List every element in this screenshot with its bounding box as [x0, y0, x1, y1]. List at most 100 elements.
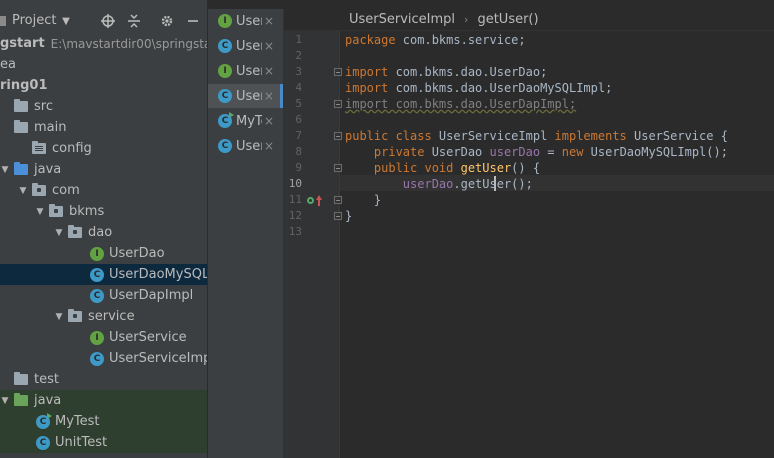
- test-folder-icon: [14, 393, 28, 406]
- expand-arrow-icon[interactable]: ▼: [35, 201, 45, 222]
- expand-arrow-icon[interactable]: ▼: [54, 222, 64, 243]
- tree-item-label: UserDao: [109, 246, 165, 261]
- interface-icon: I: [218, 64, 232, 78]
- code-token: userDao: [489, 145, 541, 159]
- implements-method-icon[interactable]: [307, 195, 323, 207]
- tree-item[interactable]: ▼ service: [0, 306, 207, 327]
- code-token: private: [345, 145, 432, 159]
- editor-tab[interactable]: C User×: [208, 134, 283, 158]
- tree-item[interactable]: ▼ dao: [0, 222, 207, 243]
- runnable-class-icon: C: [36, 412, 52, 429]
- package-icon: [32, 183, 46, 196]
- class-icon: C: [218, 89, 232, 103]
- folder-icon: [14, 372, 28, 385]
- line-number: 4: [295, 81, 302, 94]
- interface-icon: I: [218, 14, 232, 28]
- tree-item[interactable]: gstart E:\mavstartdir00\springstart: [0, 33, 207, 54]
- interface-icon: I: [90, 330, 104, 345]
- line-number: 8: [295, 145, 302, 158]
- close-icon[interactable]: ×: [264, 139, 274, 153]
- code-line: userDao.getUser();: [345, 176, 533, 192]
- line-number: 9: [295, 161, 302, 174]
- close-icon[interactable]: ×: [264, 114, 274, 128]
- expand-arrow-icon[interactable]: [0, 369, 10, 390]
- tree-item[interactable]: test: [0, 369, 207, 390]
- expand-arrow-icon[interactable]: [18, 138, 28, 159]
- target-icon[interactable]: [98, 9, 118, 33]
- class-icon: C: [218, 139, 232, 153]
- project-icon: [0, 16, 6, 26]
- class-icon: C: [90, 351, 104, 366]
- editor-gutter[interactable]: 1 2 3 4 5 6 7 8 9 10 11 12 13: [284, 31, 342, 458]
- close-icon[interactable]: ×: [264, 39, 274, 53]
- folder-icon: [14, 99, 28, 112]
- expand-arrow-icon[interactable]: ▼: [0, 159, 10, 180]
- tree-item-label: MyTest: [55, 414, 100, 429]
- breadcrumb-class[interactable]: UserServiceImpl: [349, 12, 455, 27]
- tree-item[interactable]: ea: [0, 54, 207, 75]
- expand-arrow-icon[interactable]: ▼: [54, 306, 64, 327]
- code-token: implements: [554, 129, 634, 143]
- tree-item[interactable]: config: [0, 138, 207, 159]
- expand-arrow-icon[interactable]: [0, 117, 10, 138]
- dropdown-arrow-icon[interactable]: ▼: [60, 9, 72, 33]
- code-token: import com.bkms.dao.UserDapImpl;: [345, 97, 577, 111]
- editor-tab[interactable]: CMyTe×: [208, 109, 283, 133]
- class-icon: C: [90, 267, 104, 282]
- tree-item-label: UserDapImpl: [109, 288, 194, 303]
- code-token: public class: [345, 129, 439, 143]
- minimize-icon[interactable]: [184, 9, 202, 33]
- tree-item[interactable]: ▼ com: [0, 180, 207, 201]
- code-line: import com.bkms.dao.UserDapImpl;: [345, 96, 576, 112]
- code-token: package: [345, 33, 403, 47]
- package-icon: [68, 225, 82, 238]
- breadcrumb-method[interactable]: getUser(): [477, 12, 538, 27]
- gear-icon[interactable]: [157, 9, 177, 33]
- tree-item[interactable]: src: [0, 96, 207, 117]
- code-token: UserDaoMySQLImpl();: [590, 145, 728, 159]
- code-line: public void getUser() {: [345, 160, 540, 176]
- tree-item[interactable]: ▼ java: [0, 159, 207, 180]
- tree-item[interactable]: ring01: [0, 75, 207, 96]
- tree-item[interactable]: C UserServiceImpl: [0, 348, 207, 369]
- tree-item[interactable]: ▼ java: [0, 390, 207, 411]
- code-line: package com.bkms.service;: [345, 32, 526, 48]
- tree-item[interactable]: I UserService: [0, 327, 207, 348]
- editor-tab[interactable]: I User×: [208, 9, 283, 33]
- editor-tab[interactable]: C User×: [208, 84, 283, 108]
- tree-item[interactable]: C UnitTest: [0, 432, 207, 453]
- code-editor[interactable]: package com.bkms.service; import com.bkms…: [340, 31, 774, 458]
- editor-tab-label: User: [236, 13, 262, 29]
- package-icon: [68, 309, 82, 322]
- close-icon[interactable]: ×: [264, 64, 274, 78]
- tree-item[interactable]: C UserDapImpl: [0, 285, 207, 306]
- code-line: import com.bkms.dao.UserDaoMySQLImpl;: [345, 80, 612, 96]
- editor-tab[interactable]: I User×: [208, 59, 283, 83]
- code-token: import: [345, 81, 396, 95]
- tree-item[interactable]: C MyTest: [0, 411, 207, 432]
- expand-arrow-icon[interactable]: [0, 96, 10, 117]
- tree-item-label: ea: [0, 57, 16, 72]
- tree-item-label: UnitTest: [55, 435, 108, 450]
- tree-item-label: dao: [88, 225, 113, 240]
- close-icon[interactable]: ×: [264, 14, 274, 28]
- line-number: 5: [295, 97, 302, 110]
- tree-item[interactable]: I UserDao: [0, 243, 207, 264]
- tree-item[interactable]: C UserDaoMySQLI: [0, 264, 207, 285]
- close-icon[interactable]: ×: [264, 89, 274, 103]
- expand-arrow-icon[interactable]: ▼: [18, 180, 28, 201]
- editor-tab[interactable]: C User×: [208, 34, 283, 58]
- code-token: UserService {: [634, 129, 728, 143]
- source-folder-icon: [14, 162, 28, 175]
- code-line: public class UserServiceImpl implements …: [345, 128, 728, 144]
- project-title[interactable]: Project: [12, 9, 56, 33]
- code-line: import com.bkms.dao.UserDao;: [345, 64, 547, 80]
- expand-arrow-icon[interactable]: ▼: [0, 390, 10, 411]
- editor-tab-label: MyTe: [236, 113, 262, 129]
- collapse-icon[interactable]: [124, 9, 144, 33]
- tree-item[interactable]: ▼ bkms: [0, 201, 207, 222]
- tree-item-label: UserDaoMySQLI: [109, 267, 207, 282]
- code-token: getUser: [460, 161, 512, 175]
- tree-item[interactable]: main: [0, 117, 207, 138]
